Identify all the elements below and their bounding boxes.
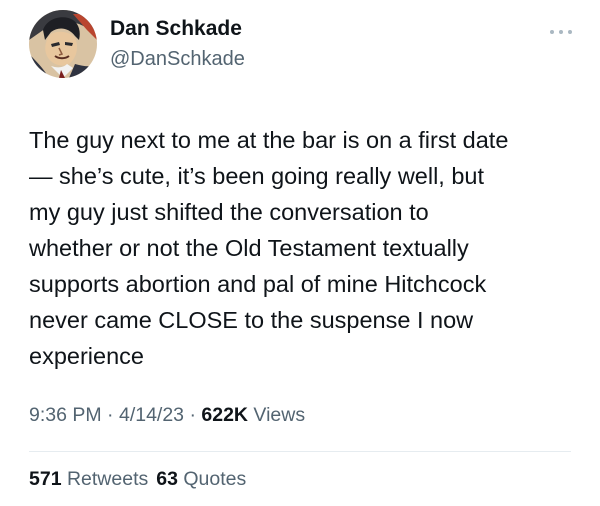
retweets-label: Retweets — [61, 468, 149, 490]
divider — [29, 451, 571, 452]
meta-separator: · — [184, 404, 202, 426]
avatar[interactable] — [29, 10, 97, 78]
more-dot — [550, 30, 554, 34]
quotes-stat[interactable]: 63 Quotes — [156, 468, 246, 490]
author-display-name[interactable]: Dan Schkade — [110, 16, 245, 42]
tweet-stats: 571 Retweets 63 Quotes — [29, 466, 246, 492]
author-info: Dan Schkade @DanSchkade — [110, 16, 245, 72]
tweet-card: Dan Schkade @DanSchkade The guy next to … — [0, 0, 600, 506]
tweet-meta: 9:36 PM · 4/14/23 · 622K Views — [29, 402, 305, 428]
author-handle[interactable]: @DanSchkade — [110, 46, 245, 72]
retweets-count: 571 — [29, 468, 62, 490]
more-dot — [568, 30, 572, 34]
more-dot — [559, 30, 563, 34]
quotes-count: 63 — [156, 468, 178, 490]
more-options-icon[interactable] — [548, 26, 576, 38]
views-count: 622K — [201, 404, 248, 426]
quotes-label: Quotes — [177, 468, 247, 490]
tweet-time[interactable]: 9:36 PM — [29, 404, 102, 426]
avatar-image — [29, 10, 97, 78]
meta-separator: · — [101, 404, 119, 426]
retweets-stat[interactable]: 571 Retweets — [29, 468, 148, 490]
tweet-date[interactable]: 4/14/23 — [119, 404, 184, 426]
tweet-text: The guy next to me at the bar is on a fi… — [29, 127, 509, 369]
views-label: Views — [248, 404, 306, 426]
